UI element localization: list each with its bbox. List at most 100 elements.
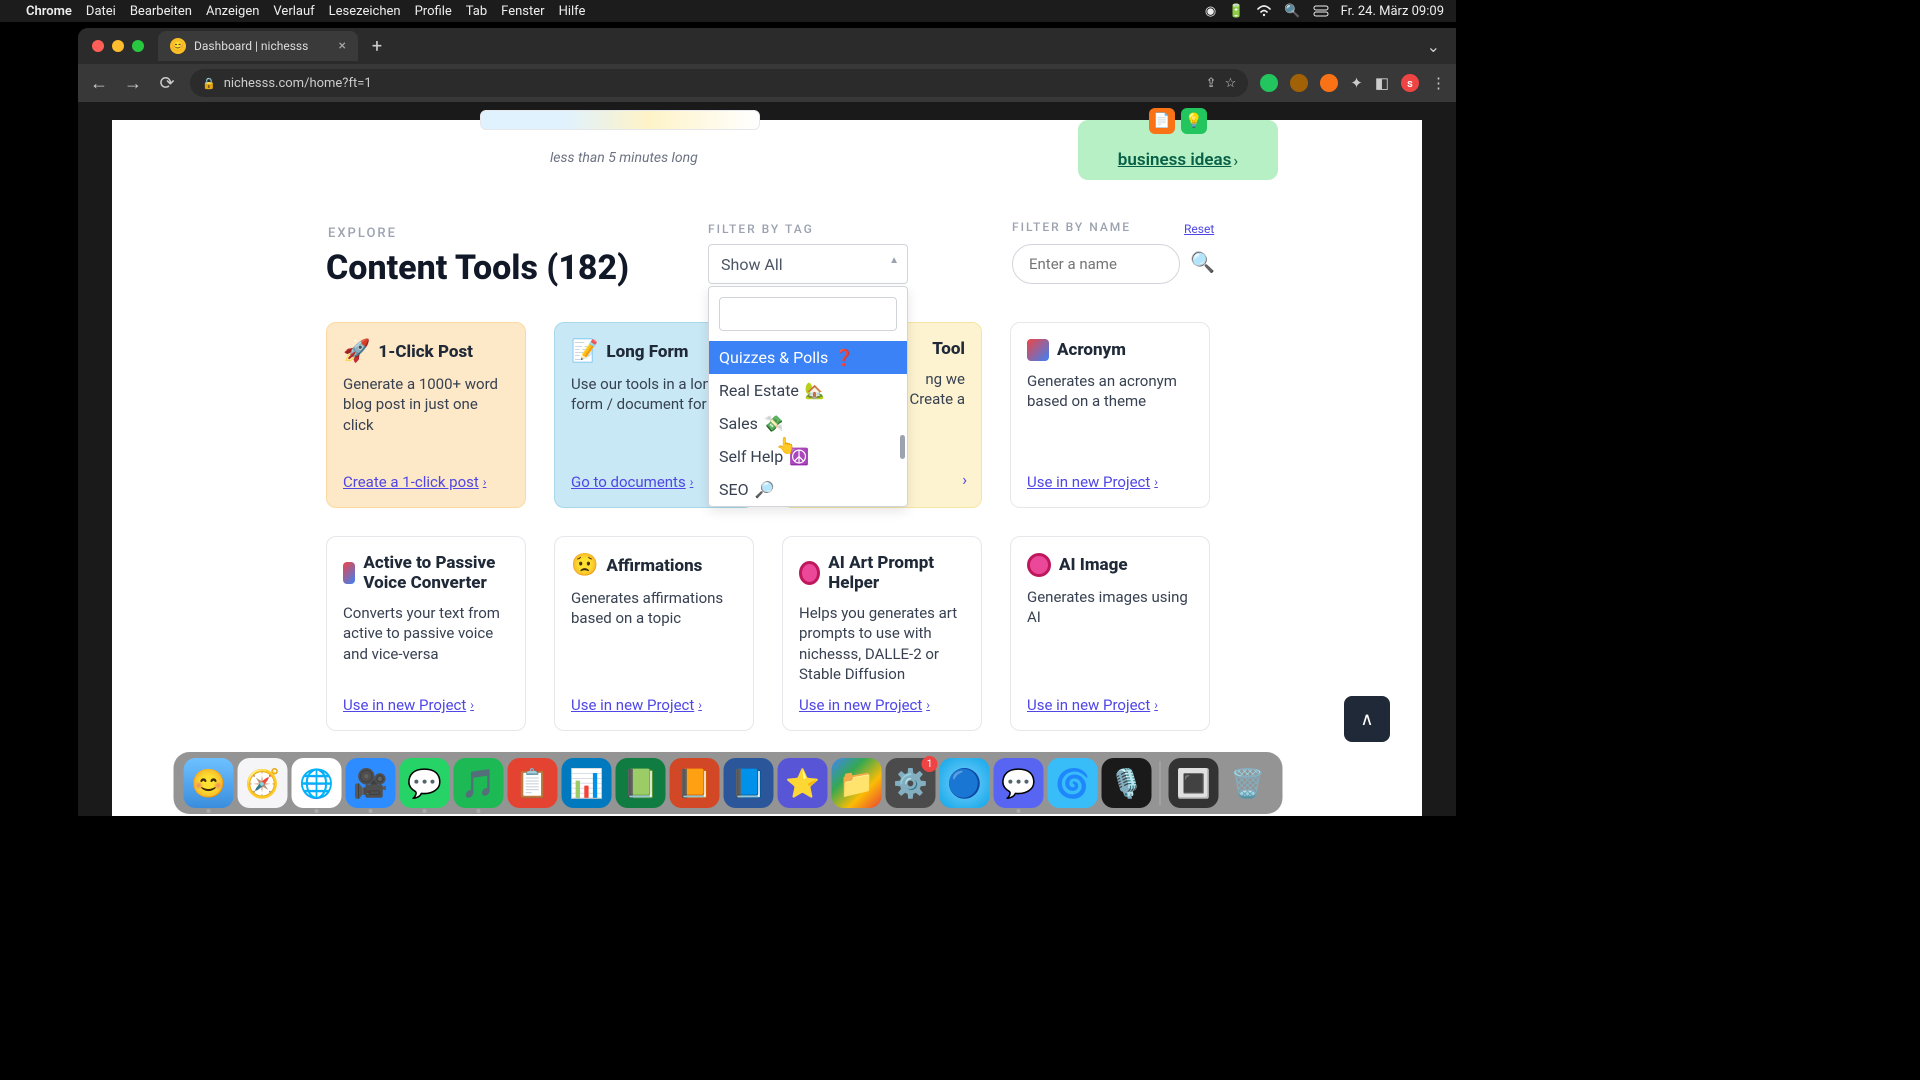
dropdown-option-self-help[interactable]: Self Help ☮️ bbox=[709, 440, 907, 473]
profile-avatar[interactable]: s bbox=[1401, 74, 1419, 92]
scroll-to-top-button[interactable]: ∧ bbox=[1344, 696, 1390, 742]
card-title: Acronym bbox=[1057, 340, 1126, 360]
dock-finder[interactable]: 😊 bbox=[184, 758, 234, 808]
card-link[interactable]: Use in new Project› bbox=[571, 696, 737, 714]
card-title: Active to Passive Voice Converter bbox=[363, 553, 509, 593]
new-tab-button[interactable]: + bbox=[364, 33, 390, 59]
dock-word[interactable]: 📘 bbox=[724, 758, 774, 808]
dock-imovie[interactable]: ⭐ bbox=[778, 758, 828, 808]
tag-filter-value: Show All bbox=[721, 255, 783, 274]
control-center-icon[interactable] bbox=[1313, 5, 1329, 17]
window-close-button[interactable] bbox=[92, 40, 104, 52]
dropdown-search-input[interactable] bbox=[719, 297, 897, 331]
share-icon[interactable]: ⇪ bbox=[1206, 76, 1217, 91]
address-bar[interactable]: 🔒 nichesss.com/home?ft=1 ⇪ ☆ bbox=[190, 69, 1248, 97]
name-filter-input[interactable] bbox=[1012, 244, 1180, 284]
dock-app-teal[interactable]: 🌀 bbox=[1048, 758, 1098, 808]
spotlight-icon[interactable]: 🔍 bbox=[1284, 4, 1300, 19]
abc-icon bbox=[343, 562, 355, 584]
back-button[interactable]: ← bbox=[88, 73, 110, 94]
dock-chrome[interactable]: 🌐 bbox=[292, 758, 342, 808]
dock-separator bbox=[1160, 761, 1161, 805]
dock-trello[interactable]: 📊 bbox=[562, 758, 612, 808]
card-title: Tool bbox=[932, 339, 965, 359]
menu-history[interactable]: Verlauf bbox=[273, 4, 314, 19]
window-minimize-button[interactable] bbox=[112, 40, 124, 52]
card-title: Long Form bbox=[606, 342, 688, 362]
chrome-menu-icon[interactable]: ⋮ bbox=[1431, 74, 1446, 92]
filters-row: EXPLORE Content Tools (182) FILTER BY TA… bbox=[112, 226, 1422, 306]
business-ideas-card[interactable]: 📄💡 business ideas› bbox=[1078, 120, 1278, 180]
business-ideas-link[interactable]: business ideas bbox=[1118, 150, 1232, 170]
menu-help[interactable]: Hilfe bbox=[559, 4, 586, 19]
menu-window[interactable]: Fenster bbox=[501, 4, 544, 19]
dock-badge: 1 bbox=[922, 756, 938, 772]
card-link[interactable]: Create a 1-click post› bbox=[343, 473, 509, 491]
window-maximize-button[interactable] bbox=[132, 40, 144, 52]
card-link[interactable]: Use in new Project› bbox=[1027, 473, 1193, 491]
extension-3-icon[interactable] bbox=[1320, 74, 1338, 92]
wifi-icon[interactable] bbox=[1256, 5, 1272, 17]
card-link[interactable]: Use in new Project› bbox=[1027, 696, 1193, 714]
macos-menubar: Chrome Datei Bearbeiten Anzeigen Verlauf… bbox=[0, 0, 1456, 22]
menu-bookmarks[interactable]: Lesezeichen bbox=[329, 4, 401, 19]
dock-whatsapp[interactable]: 💬 bbox=[400, 758, 450, 808]
card-link[interactable]: Use in new Project› bbox=[343, 696, 509, 714]
battery-icon[interactable]: 🔋 bbox=[1228, 4, 1244, 19]
active-app-name[interactable]: Chrome bbox=[26, 4, 72, 19]
dock-trash[interactable]: 🗑️ bbox=[1223, 758, 1273, 808]
extensions-icon[interactable]: ✦ bbox=[1350, 74, 1363, 92]
dropdown-scrollbar[interactable] bbox=[900, 435, 905, 459]
dock-settings[interactable]: ⚙️1 bbox=[886, 758, 936, 808]
tool-card-acronym[interactable]: Acronym Generates an acronym based on a … bbox=[1010, 322, 1210, 508]
chevron-right-icon: › bbox=[470, 698, 474, 712]
search-icon[interactable]: 🔍 bbox=[1190, 250, 1215, 274]
video-thumbnail[interactable] bbox=[480, 110, 760, 130]
card-body: Helps you generates art prompts to use w… bbox=[799, 603, 965, 684]
dropdown-option-sales[interactable]: Sales 💸 bbox=[709, 407, 907, 440]
tool-card-1click[interactable]: 🚀1-Click Post Generate a 1000+ word blog… bbox=[326, 322, 526, 508]
dock-spotify[interactable]: 🎵 bbox=[454, 758, 504, 808]
dock-launchpad[interactable]: 🔳 bbox=[1169, 758, 1219, 808]
tabs-overflow-icon[interactable]: ⌄ bbox=[1427, 37, 1440, 56]
menu-tab[interactable]: Tab bbox=[466, 4, 487, 19]
tag-filter-select[interactable]: Show All ▲ bbox=[708, 244, 908, 284]
dock-discord[interactable]: 💬 bbox=[994, 758, 1044, 808]
menu-edit[interactable]: Bearbeiten bbox=[130, 4, 192, 19]
extension-1-icon[interactable] bbox=[1260, 74, 1278, 92]
reset-link[interactable]: Reset bbox=[1184, 222, 1214, 236]
dock-app-dark[interactable]: 🎙️ bbox=[1102, 758, 1152, 808]
menu-profiles[interactable]: Profile bbox=[415, 4, 452, 19]
dock-siri[interactable]: 🔵 bbox=[940, 758, 990, 808]
dock-excel[interactable]: 📗 bbox=[616, 758, 666, 808]
menubar-clock[interactable]: Fr. 24. März 09:09 bbox=[1341, 4, 1444, 19]
browser-tab[interactable]: 😊 Dashboard | nichesss × bbox=[158, 31, 358, 61]
dock-zoom[interactable]: 🎥 bbox=[346, 758, 396, 808]
card-body: Converts your text from active to passiv… bbox=[343, 603, 509, 684]
dock-safari[interactable]: 🧭 bbox=[238, 758, 288, 808]
forward-button[interactable]: → bbox=[122, 73, 144, 94]
tool-card-ai-image[interactable]: AI Image Generates images using AI Use i… bbox=[1010, 536, 1210, 731]
menu-file[interactable]: Datei bbox=[86, 4, 116, 19]
tool-card-affirmations[interactable]: 😟Affirmations Generates affirmations bas… bbox=[554, 536, 754, 731]
sidepanel-icon[interactable]: ◧ bbox=[1375, 74, 1389, 92]
card-body: Generate a 1000+ word blog post in just … bbox=[343, 374, 509, 461]
dock-powerpoint[interactable]: 📙 bbox=[670, 758, 720, 808]
tab-title: Dashboard | nichesss bbox=[194, 39, 308, 53]
dropdown-option-quizzes[interactable]: Quizzes & Polls ❓ bbox=[709, 341, 907, 374]
dropdown-option-real-estate[interactable]: Real Estate 🏡 bbox=[709, 374, 907, 407]
dropdown-option-seo[interactable]: SEO 🔎 bbox=[709, 473, 907, 506]
chevron-right-icon: › bbox=[1233, 151, 1238, 170]
chevron-right-icon: › bbox=[962, 470, 967, 489]
tool-card-ai-art[interactable]: AI Art Prompt Helper Helps you generates… bbox=[782, 536, 982, 731]
tool-card-active-passive[interactable]: Active to Passive Voice Converter Conver… bbox=[326, 536, 526, 731]
card-link[interactable]: Use in new Project› bbox=[799, 696, 965, 714]
menu-view[interactable]: Anzeigen bbox=[206, 4, 259, 19]
tab-close-icon[interactable]: × bbox=[339, 38, 346, 54]
dock-drive[interactable]: 📁 bbox=[832, 758, 882, 808]
bookmark-star-icon[interactable]: ☆ bbox=[1225, 76, 1237, 91]
extension-2-icon[interactable] bbox=[1290, 74, 1308, 92]
reload-button[interactable]: ⟳ bbox=[156, 73, 178, 94]
screen-record-icon[interactable]: ◉ bbox=[1205, 4, 1216, 19]
dock-todoist[interactable]: 📋 bbox=[508, 758, 558, 808]
